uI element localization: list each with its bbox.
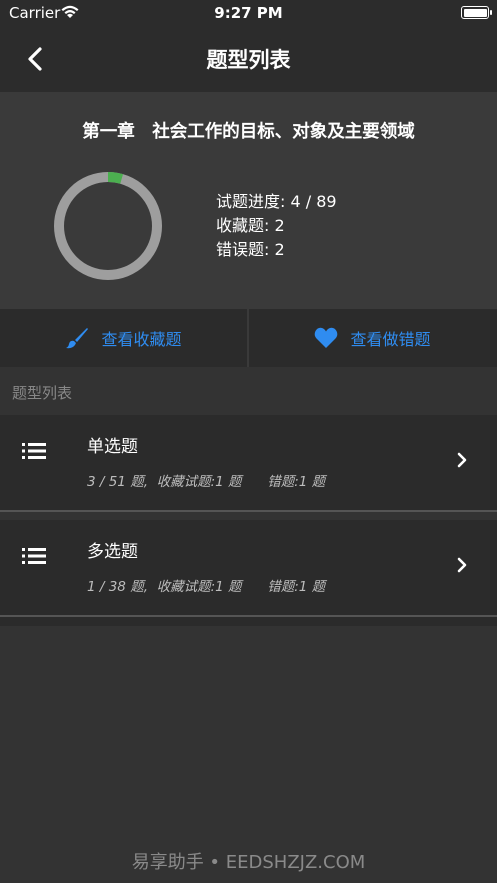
list-divider xyxy=(0,510,497,512)
battery-icon xyxy=(461,6,492,19)
view-wrong-label: 查看做错题 xyxy=(350,330,431,349)
progress-stat: 试题进度: 4 / 89 xyxy=(216,192,337,211)
chevron-right-icon xyxy=(457,557,467,573)
question-type-meta: 1 / 38 题, 收藏试题:1 题 错题:1 题 xyxy=(87,579,326,595)
question-type-name: 单选题 xyxy=(87,437,138,457)
view-favorites-button[interactable]: 查看收藏题 xyxy=(0,309,247,367)
list-footer xyxy=(0,617,497,626)
list-icon xyxy=(22,443,46,459)
status-bar: Carrier 9:27 PM xyxy=(0,0,497,26)
chevron-right-icon xyxy=(457,452,467,468)
list-item-single-choice[interactable]: 单选题 3 / 51 题, 收藏试题:1 题 错题:1 题 xyxy=(0,415,497,510)
clock: 9:27 PM xyxy=(214,4,283,22)
chapter-summary: 第一章 社会工作的目标、对象及主要领域 试题进度: 4 / 89 收藏题: 2 … xyxy=(0,92,497,309)
navigation-bar: 题型列表 xyxy=(0,26,497,92)
list-icon xyxy=(22,548,46,564)
section-header: 题型列表 xyxy=(12,384,73,402)
heart-icon xyxy=(315,327,338,348)
favorites-stat: 收藏题: 2 xyxy=(216,216,285,235)
view-favorites-label: 查看收藏题 xyxy=(101,330,182,349)
brush-icon xyxy=(66,328,89,349)
progress-ring xyxy=(54,172,162,280)
list-item-multiple-choice[interactable]: 多选题 1 / 38 题, 收藏试题:1 题 错题:1 题 xyxy=(0,520,497,615)
question-type-name: 多选题 xyxy=(87,542,138,562)
wrong-stat: 错误题: 2 xyxy=(216,240,285,259)
question-type-meta: 3 / 51 题, 收藏试题:1 题 错题:1 题 xyxy=(87,474,326,490)
page-title: 题型列表 xyxy=(206,48,291,72)
view-wrong-button[interactable]: 查看做错题 xyxy=(249,309,496,367)
action-bar: 查看收藏题 查看做错题 xyxy=(0,309,497,367)
chapter-title: 第一章 社会工作的目标、对象及主要领域 xyxy=(82,122,415,142)
chapter-stats: 试题进度: 4 / 89 收藏题: 2 错误题: 2 xyxy=(216,190,337,262)
watermark: 易享助手 • EEDSHZJZ.COM xyxy=(131,852,366,873)
